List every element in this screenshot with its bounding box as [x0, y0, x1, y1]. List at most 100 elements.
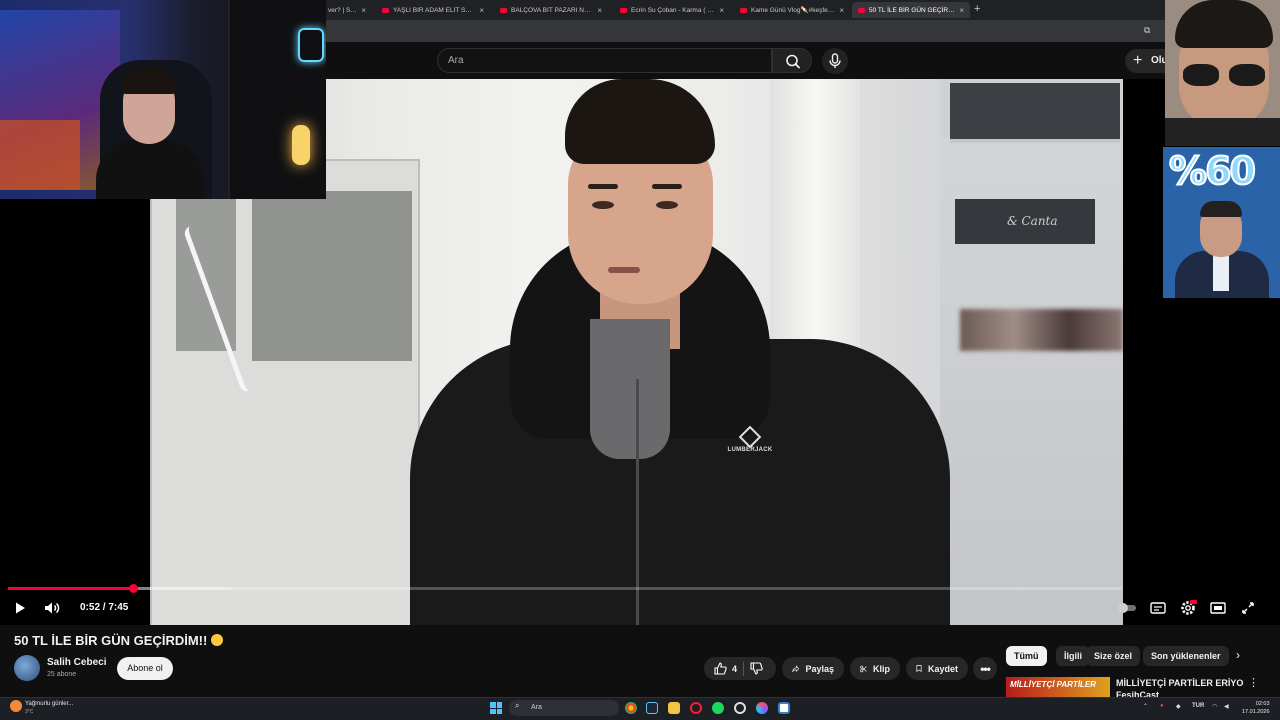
search-input[interactable]: Ara: [437, 48, 772, 73]
new-tab-icon[interactable]: +: [974, 3, 980, 15]
bookmark-icon: [916, 665, 922, 673]
close-tab-icon[interactable]: ×: [479, 6, 484, 15]
weather-icon[interactable]: [10, 700, 22, 712]
like-dislike-group: 4: [704, 657, 776, 680]
subscribe-button[interactable]: Abone ol: [117, 657, 173, 680]
search-button[interactable]: [772, 48, 812, 73]
windows-taskbar: [0, 697, 1280, 720]
subtitles-button[interactable]: [1148, 598, 1168, 618]
browser-tab[interactable]: BALÇOVA BİT PAZARI NELER SI... ×: [494, 2, 608, 18]
thumbs-up-icon: [714, 662, 727, 675]
save-button[interactable]: Kaydet: [906, 657, 968, 680]
channel-name[interactable]: Salih Cebeci: [47, 657, 106, 668]
thumbs-down-icon: [750, 662, 763, 675]
frame-blurred-poster: [960, 309, 1123, 351]
close-tab-icon[interactable]: ×: [361, 6, 366, 15]
play-button[interactable]: [10, 598, 30, 618]
browser-app-icon[interactable]: [756, 702, 768, 714]
fullscreen-icon: [1242, 602, 1254, 614]
browser-tab[interactable]: ver? | SDG ... ×: [322, 2, 372, 18]
spotify-icon[interactable]: [712, 702, 724, 714]
recommended-video-title[interactable]: MİLLİYETÇİ PARTİLER ERİYOR:: [1116, 678, 1244, 688]
chrome-icon[interactable]: [625, 702, 637, 714]
windows-start-icon[interactable]: [490, 702, 502, 714]
recommended-video-thumbnail[interactable]: MİLLİYETÇİ PARTİLER: [1006, 677, 1110, 697]
save-label: Kaydet: [927, 663, 958, 674]
settings-button[interactable]: [1177, 598, 1199, 618]
volume-button[interactable]: [42, 598, 64, 618]
like-count: 4: [732, 663, 738, 674]
jacket-logo: LUMBERJACK: [720, 425, 780, 453]
thumbnail-text: MİLLİYETÇİ PARTİLER: [1010, 680, 1096, 689]
search-icon: [786, 54, 800, 69]
volume-icon: [45, 602, 60, 614]
youtube-favicon-icon: [500, 7, 507, 13]
time-display: 0:52 / 7:45: [80, 602, 129, 613]
close-tab-icon[interactable]: ×: [959, 6, 964, 15]
chevron-up-icon[interactable]: ⌃: [1143, 703, 1148, 710]
taskbar-search-icon: ⌕: [515, 701, 520, 710]
wifi-icon[interactable]: ◠: [1212, 703, 1217, 710]
fullscreen-button[interactable]: [1238, 598, 1258, 618]
browser-tab-active[interactable]: 50 TL İLE BİR GÜN GEÇİRDİM!! 😳 ×: [852, 2, 970, 18]
clip-button[interactable]: Klip: [850, 657, 900, 680]
dislike-button[interactable]: [750, 662, 763, 675]
more-actions-button[interactable]: •••: [973, 657, 997, 680]
microphone-icon: [829, 53, 841, 68]
browser-tab[interactable]: YAŞLI BİR ADAM ELİT SPORCUL... ×: [376, 2, 490, 18]
chip-all[interactable]: Tümü: [1006, 646, 1047, 666]
share-icon: [792, 664, 800, 672]
close-tab-icon[interactable]: ×: [597, 6, 602, 15]
like-button[interactable]: 4: [714, 662, 737, 675]
cast-icon[interactable]: ⧉: [1144, 25, 1150, 36]
clip-label: Klip: [873, 663, 890, 674]
taskbar-clock[interactable]: 02:03 17.01.2026: [1242, 700, 1270, 716]
browser-tab[interactable]: Kame Günü Vlog🍡#keşfet #se... ×: [734, 2, 850, 18]
chevron-right-icon[interactable]: ›: [1236, 648, 1240, 662]
subscriber-count: 25 abone: [47, 671, 77, 678]
tray-app-icon[interactable]: ●: [1160, 703, 1164, 709]
play-icon: [16, 602, 25, 614]
share-button[interactable]: Paylaş: [782, 657, 844, 680]
voice-search-button[interactable]: [822, 48, 848, 74]
progress-played: [8, 587, 133, 590]
file-explorer-icon[interactable]: [668, 702, 680, 714]
weather-temperature: 3°C: [25, 709, 34, 715]
flushed-emoji-icon: [211, 634, 224, 646]
browser-tab[interactable]: Ecrin Su Çoban - Karma ( Offici... ×: [614, 2, 730, 18]
taskbar-search-input[interactable]: Ara: [509, 700, 619, 716]
more-vertical-icon[interactable]: ⋮: [1248, 676, 1259, 689]
notepad-icon[interactable]: [778, 702, 790, 714]
app-icon[interactable]: [734, 702, 746, 714]
steam-icon[interactable]: [646, 702, 658, 714]
speaker-icon[interactable]: ◀: [1224, 703, 1229, 710]
autoplay-toggle[interactable]: [1115, 598, 1139, 618]
opera-icon[interactable]: [690, 702, 702, 714]
close-tab-icon[interactable]: ×: [839, 6, 844, 15]
gear-icon: [1181, 600, 1197, 615]
tab-title: 50 TL İLE BİR GÜN GEÇİRDİM!! 😳: [869, 7, 955, 14]
tab-title: YAŞLI BİR ADAM ELİT SPORCUL...: [393, 6, 475, 14]
tray-app-icon[interactable]: ◆: [1176, 703, 1181, 710]
chip-recently-uploaded[interactable]: Son yüklenenler: [1143, 646, 1229, 666]
miniplayer-button[interactable]: [1208, 598, 1228, 618]
youtube-favicon-icon: [740, 7, 747, 13]
miniplayer-icon: [1210, 602, 1226, 614]
chip-related[interactable]: İlgili: [1056, 646, 1090, 666]
frame-shop-window: [940, 79, 1123, 625]
progress-bar[interactable]: [8, 584, 1122, 593]
chip-for-you[interactable]: Size özel: [1086, 646, 1141, 666]
progress-scrubber[interactable]: [128, 584, 138, 593]
input-language[interactable]: TUR: [1192, 703, 1204, 709]
youtube-favicon-icon: [620, 7, 627, 13]
frame-person: LUMBERJACK: [400, 79, 960, 625]
tab-title: ver? | SDG ...: [328, 6, 357, 14]
channel-avatar[interactable]: [14, 655, 40, 681]
close-tab-icon[interactable]: ×: [719, 6, 724, 15]
clock-time: 02:03: [1255, 701, 1270, 707]
tab-title: Ecrin Su Çoban - Karma ( Offici...: [631, 6, 715, 14]
tab-title: BALÇOVA BİT PAZARI NELER SI...: [511, 6, 593, 14]
weather-title[interactable]: Yağmurlu günler...: [25, 701, 73, 707]
taskbar-search-placeholder: Ara: [531, 704, 542, 711]
percentage-overlay-card: %60: [1163, 147, 1280, 298]
